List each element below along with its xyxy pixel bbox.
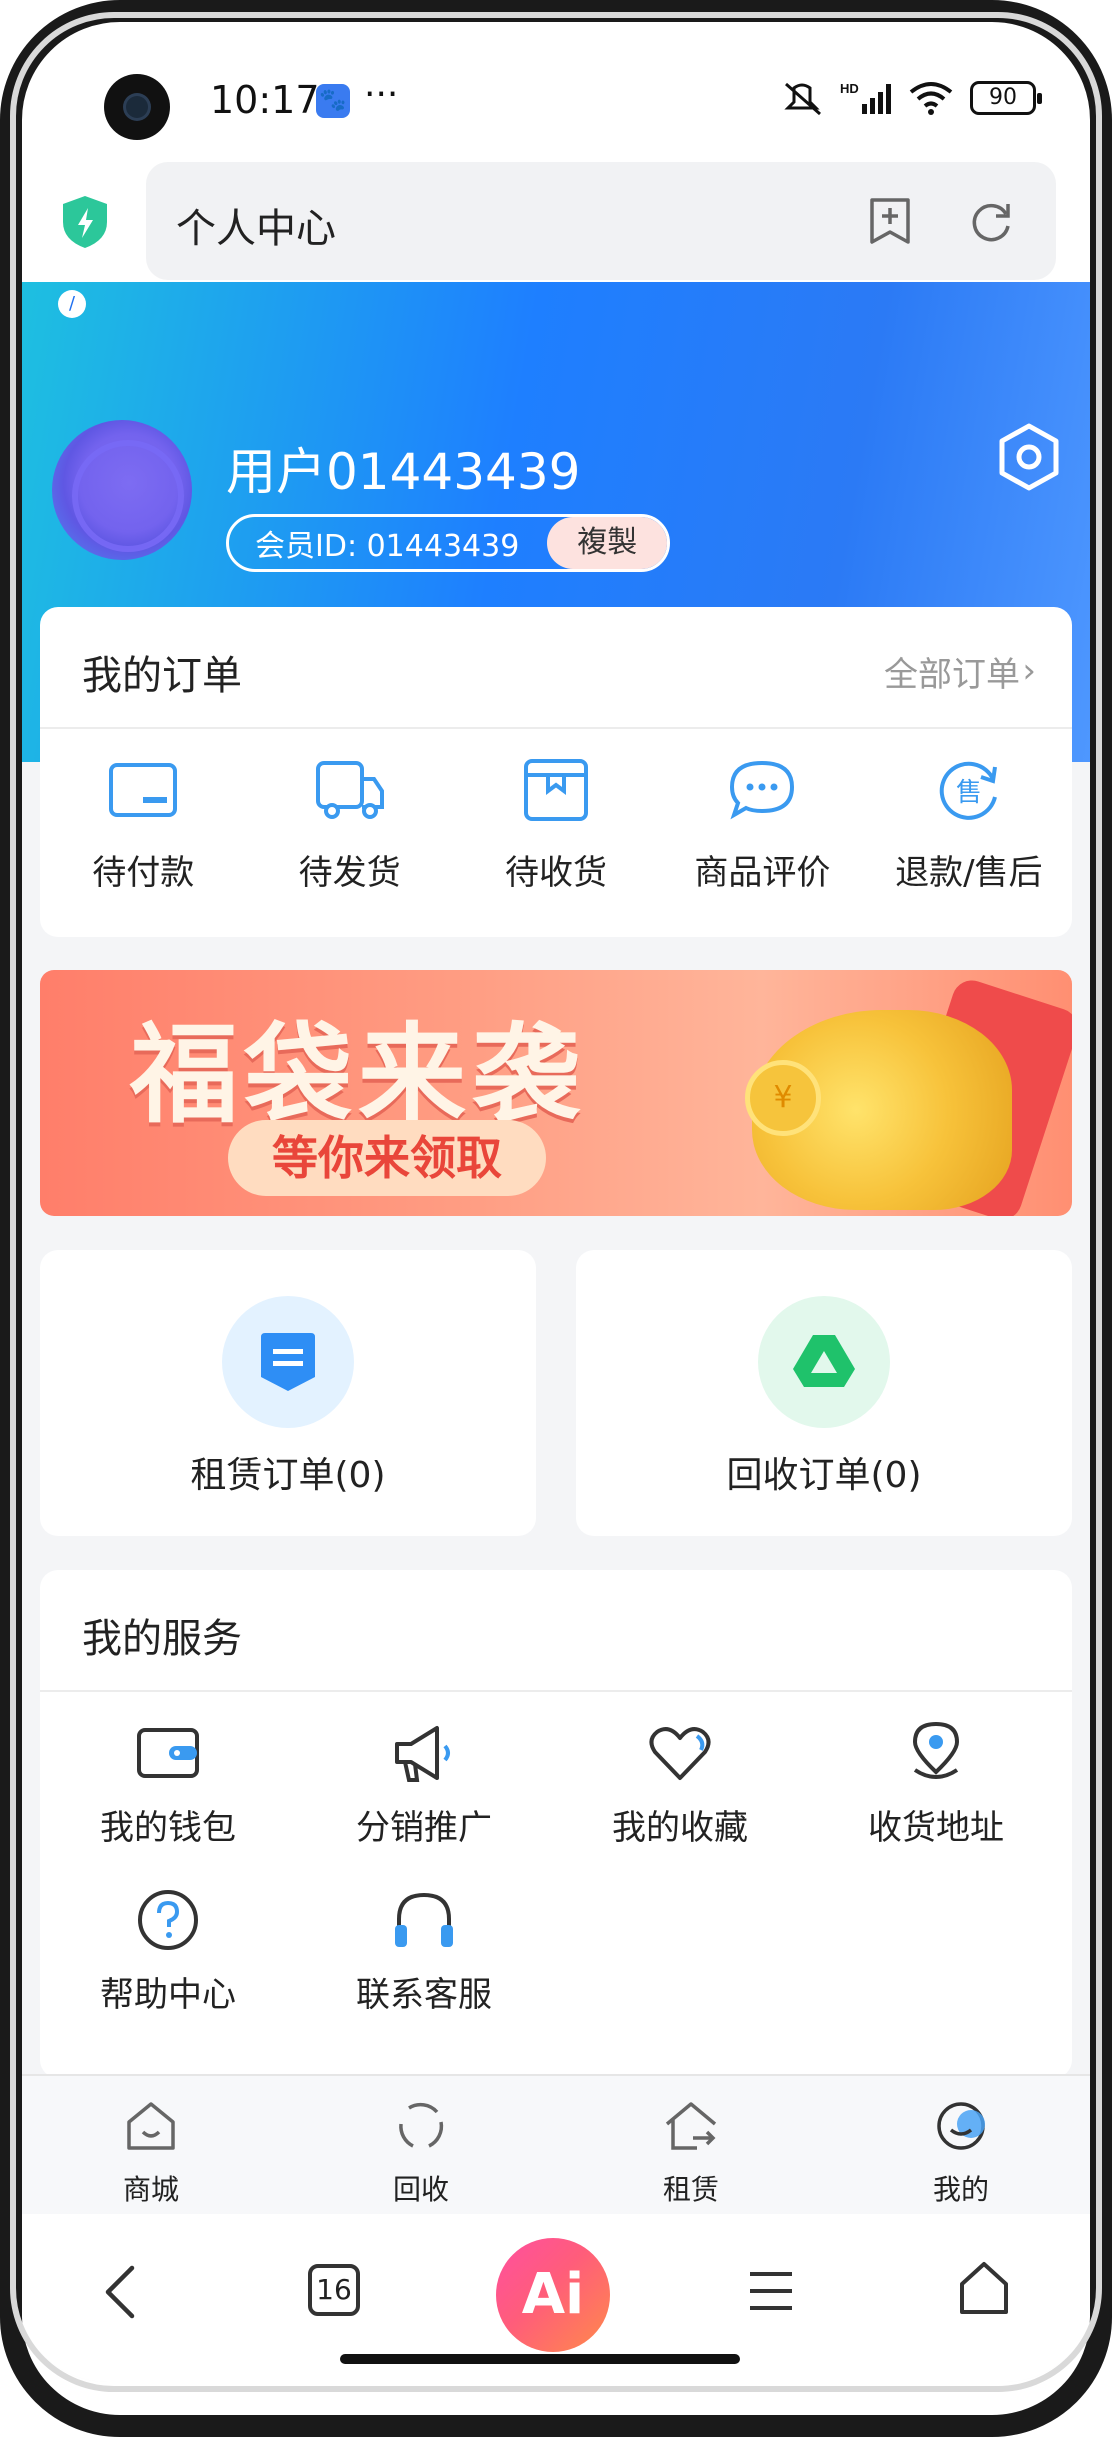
member-id: 会员ID: 01443439 [255, 529, 520, 564]
service-label: 帮助中心 [100, 1975, 236, 2015]
service-label: 分销推广 [356, 1808, 492, 1848]
back-arrow-icon[interactable] [96, 2262, 146, 2322]
home-icon[interactable] [956, 2258, 1012, 2318]
store-icon [127, 2102, 175, 2150]
vibrate-off-icon [784, 82, 821, 116]
page-title: 个人中心 [176, 206, 336, 252]
headset-icon [395, 1892, 453, 1947]
order-status-row: 待付款 待发货 待收货 商品评价 售 退款/售后 [40, 757, 1072, 894]
orders-header: 我的订单 全部订单 › [40, 607, 1072, 729]
home-indicator[interactable] [340, 2354, 740, 2364]
tab-label: 回收 [392, 2173, 449, 2206]
signal-icon: HD [840, 81, 891, 114]
recycle-orders-card[interactable]: 回收订单(0) [576, 1250, 1072, 1536]
service-label: 我的收藏 [612, 1808, 748, 1848]
services-title: 我的服务 [82, 1616, 242, 1662]
coin-image: ¥ [745, 1060, 821, 1136]
chevron-right-icon[interactable]: › [1022, 651, 1036, 691]
status-bar: 10:17 🐾 ··· HD 90 [16, 22, 1096, 152]
avatar[interactable] [52, 420, 192, 560]
order-item-label: 退款/售后 [895, 853, 1043, 893]
wifi-icon [909, 82, 953, 115]
status-icons: HD 90 [780, 80, 1042, 116]
recycle-icon [399, 2102, 444, 2148]
service-label: 我的钱包 [100, 1808, 236, 1848]
order-review[interactable]: 商品评价 [659, 757, 865, 894]
browser-address-bar: 个人中心 [16, 142, 1096, 282]
security-shield-icon[interactable] [60, 194, 110, 250]
tab-label: 租赁 [662, 2173, 719, 2206]
orders-title: 我的订单 [82, 653, 242, 699]
service-distribution[interactable]: 分销推广 [296, 1720, 552, 1849]
tab-label: 商城 [122, 2173, 179, 2206]
services-grid: 我的钱包 分销推广 我的收藏 收货地址 帮助中心 联系客服 [40, 1720, 1072, 2016]
service-label: 联系客服 [356, 1975, 492, 2015]
rent-document-icon [261, 1333, 315, 1391]
add-bookmark-icon[interactable] [868, 196, 912, 246]
megaphone-icon [395, 1726, 450, 1782]
box-icon [524, 759, 589, 821]
copy-button[interactable]: 複製 [547, 517, 668, 569]
recycle-triangle-icon [793, 1335, 855, 1387]
tab-rent[interactable]: 租赁 [556, 2076, 826, 2214]
tab-recycle[interactable]: 回收 [286, 2076, 556, 2214]
baidu-paw-icon: 🐾 [316, 84, 350, 118]
order-item-label: 待发货 [298, 853, 401, 893]
more-dots-icon: ··· [364, 74, 399, 115]
ai-assistant-button[interactable]: Ai [496, 2238, 610, 2352]
my-services-card: 我的服务 我的钱包 分销推广 我的收藏 收货地址 帮助中心 联系客服 [40, 1570, 1072, 2078]
svg-text:HD: HD [840, 81, 859, 96]
tab-label: 我的 [932, 2173, 989, 2206]
location-icon [912, 1721, 960, 1779]
after-sale-icon: 售 [939, 761, 997, 820]
service-contact[interactable]: 联系客服 [296, 1887, 552, 2016]
header-small-icon: / [58, 290, 86, 318]
app-tab-bar: 商城 回收 租赁 我的 [16, 2074, 1096, 2214]
rent-orders-card[interactable]: 租赁订单(0) [40, 1250, 536, 1536]
order-refund-after-sale[interactable]: 售 退款/售后 [866, 757, 1072, 894]
wallet-icon [137, 1728, 199, 1778]
profile-icon [937, 2102, 985, 2150]
status-time: 10:17 [210, 78, 320, 122]
service-help[interactable]: 帮助中心 [40, 1887, 296, 2016]
front-camera [104, 74, 170, 140]
rent-house-icon [665, 2102, 717, 2150]
battery-indicator: 90 [970, 81, 1042, 115]
recycle-orders-label: 回收订单(0) [726, 1455, 922, 1496]
member-id-pill: 会员ID: 01443439 複製 [226, 514, 671, 572]
my-orders-card: 我的订单 全部订单 › 待付款 待发货 待收货 商品评价 售 退款/售后 [40, 607, 1072, 937]
all-orders-link[interactable]: 全部订单 [884, 647, 1020, 696]
service-wallet[interactable]: 我的钱包 [40, 1720, 296, 1849]
help-icon [138, 1890, 198, 1950]
order-item-label: 待收货 [505, 853, 608, 893]
url-field[interactable]: 个人中心 [146, 162, 1056, 280]
service-address[interactable]: 收货地址 [808, 1720, 1064, 1849]
order-item-label: 待付款 [92, 853, 195, 893]
heart-icon [649, 1727, 711, 1780]
rent-icon-circle [222, 1296, 354, 1428]
username: 用户01443439 [226, 443, 581, 501]
tab-store[interactable]: 商城 [16, 2076, 286, 2214]
order-pending-payment[interactable]: 待付款 [40, 757, 246, 894]
truck-icon [315, 761, 384, 819]
service-favorites[interactable]: 我的收藏 [552, 1720, 808, 1849]
tab-switcher-button[interactable]: 16 [308, 2264, 360, 2316]
phone-screen: 10:17 🐾 ··· HD 90 个人中心 / 用户01443439 会员ID… [16, 22, 1096, 2382]
order-pending-receipt[interactable]: 待收货 [453, 757, 659, 894]
menu-icon[interactable] [746, 2266, 796, 2316]
svg-text:售: 售 [956, 778, 982, 808]
settings-icon[interactable] [994, 422, 1064, 492]
lucky-bag-banner[interactable]: ¥ 福袋来袭 等你来领取 [40, 970, 1072, 1216]
tab-mine[interactable]: 我的 [826, 2076, 1096, 2214]
recycle-icon-circle [758, 1296, 890, 1428]
order-item-label: 商品评价 [694, 853, 831, 893]
service-label: 收货地址 [868, 1808, 1004, 1848]
rent-orders-label: 租赁订单(0) [190, 1455, 386, 1496]
order-pending-shipment[interactable]: 待发货 [246, 757, 452, 894]
refresh-icon[interactable] [966, 196, 1016, 246]
services-header: 我的服务 [40, 1570, 1072, 1692]
card-icon [109, 763, 178, 817]
chat-icon [730, 760, 795, 820]
banner-subtitle: 等你来领取 [228, 1120, 546, 1196]
